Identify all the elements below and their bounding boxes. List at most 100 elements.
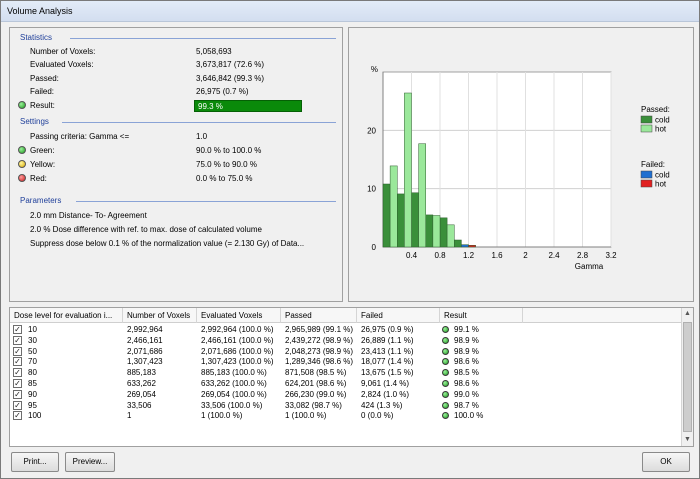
column-header-dose-level[interactable]: Dose level for evaluation i... [10,308,123,323]
row-checkbox[interactable]: ✓ [13,400,22,410]
row-checkbox[interactable]: ✓ [13,379,22,388]
table-row[interactable]: ✓ 95 33,506 33,506 (100.0 %) 33,082 (98.7 %)… [10,400,683,411]
legend-passed-title: Passed: [641,105,670,114]
result-status-icon [18,101,26,109]
dose-level-table[interactable]: Dose level for evaluation i... Number of… [9,307,694,447]
row-checkbox[interactable]: ✓ [13,325,22,334]
legend-label-passed-hot: hot [655,125,667,134]
cell-passed: 266,230 (99.0 %) [285,389,347,399]
cell-passed: 2,048,273 (98.9 %) [285,346,354,356]
table-row[interactable]: ✓ 70 1,307,423 1,307,423 (100.0 %) 1,289,346… [10,356,683,367]
column-header-result[interactable]: Result [440,308,523,323]
cell-result: 98.7 % [454,400,479,410]
histogram-bar-passed-hot [389,165,398,248]
cell-evaluated: 33,506 (100.0 %) [201,400,263,410]
ok-button[interactable]: OK [642,452,690,472]
result-status-icon [442,380,449,387]
x-tick-label: 3.2 [605,251,617,260]
table-row[interactable]: ✓ 90 269,054 269,054 (100.0 %) 266,230 (99.0… [10,389,683,400]
criteria-label: Passing criteria: Gamma <= [30,132,130,141]
row-checkbox[interactable]: ✓ [13,346,22,356]
table-vertical-scrollbar[interactable]: ▲ ▼ [681,308,693,446]
histogram-bar-passed-hot [404,92,412,248]
gamma-histogram: 0 10 20% 0.4 0.8 1.2 1.6 2 2.4 2.8 3.2Gamma Passed:… [367,65,670,271]
row-checkbox[interactable]: ✓ [13,411,22,421]
green-label: Green: [30,146,55,155]
cell-evaluated: 2,992,964 (100.0 %) [201,325,274,334]
table-row[interactable]: ✓ 10 2,992,964 2,992,964 (100.0 %) 2,965,989… [10,324,683,335]
result-status-icon [442,412,449,420]
row-checkbox[interactable]: ✓ [13,335,22,345]
legend-swatch-failed-cold [640,170,653,179]
row-checkbox[interactable]: ✓ [13,389,22,399]
table-row[interactable]: ✓ 30 2,466,161 2,466,161 (100.0 %) 2,439,272… [10,335,683,346]
criteria-value: 1.0 [196,132,208,141]
red-range: 0.0 % to 75.0 % [196,174,253,183]
column-header-passed[interactable]: Passed [281,308,357,323]
result-status-icon [442,347,449,355]
cell-failed: 9,061 (1.4 %) [361,379,410,388]
parameters-divider [76,201,336,202]
result-status-icon [442,390,449,398]
settings-divider [62,122,336,123]
x-tick-label: 2.4 [548,251,560,260]
cell-failed: 26,889 (1.1 %) [361,335,414,345]
histogram-bar-passed-cold [454,239,462,248]
table-row[interactable]: ✓ 50 2,071,686 2,071,686 (100.0 %) 2,048,273… [10,346,683,357]
cell-evaluated: 1 (100.0 %) [201,411,243,421]
histogram-bar-passed-cold [382,183,391,248]
result-value: 99.3 % [194,100,302,112]
green-circle-icon [18,146,26,154]
table-header: Dose level for evaluation i... Number of… [10,308,683,323]
statistics-title: Statistics [20,33,53,42]
result-status-icon [442,369,449,377]
column-header-failed[interactable]: Failed [357,308,440,323]
x-tick-label: 0.8 [434,251,446,260]
row-checkbox[interactable]: ✓ [13,368,22,378]
column-header-evaluated-voxels[interactable]: Evaluated Voxels [197,308,281,323]
x-tick-label: 2.8 [577,251,589,260]
cell-result: 99.1 % [454,325,479,334]
table-row[interactable]: ✓ 80 885,183 885,183 (100.0 %) 871,508 (98.5… [10,367,683,378]
x-axis-label: Gamma [575,262,604,271]
cell-dose: 85 [28,379,37,388]
parameter-line: 2.0 mm Distance- To- Agreement [30,211,147,220]
stat-value: 3,673,817 (72.6 %) [196,60,265,69]
title-bar: Volume Analysis [1,1,699,22]
scroll-up-arrow-icon[interactable]: ▲ [682,308,693,320]
yellow-range: 75.0 % to 90.0 % [196,160,257,169]
legend-swatch-passed-hot [640,124,653,133]
print-button[interactable]: Print... [11,452,59,472]
window-title: Volume Analysis [7,6,73,16]
volume-analysis-window: Volume Analysis Statistics Number of Vox… [0,0,700,479]
stat-label: Passed: [30,74,59,83]
cell-passed: 871,508 (98.5 %) [285,368,347,378]
table-row[interactable]: ✓ 100 1 1 (100.0 %) 1 (100.0 %) 0 (0.0 %) 100.… [10,410,683,421]
row-checkbox[interactable]: ✓ [13,357,22,367]
cell-failed: 26,975 (0.9 %) [361,325,414,334]
cell-voxels: 2,466,161 [127,335,163,345]
preview-button[interactable]: Preview... [65,452,115,472]
table-row[interactable]: ✓ 85 633,262 633,262 (100.0 %) 624,201 (98.6… [10,378,683,389]
column-header-number-of-voxels[interactable]: Number of Voxels [123,308,197,323]
parameters-title: Parameters [20,196,62,205]
histogram-bar-passed-cold [425,214,434,248]
x-tick-label: 1.6 [491,251,503,260]
legend-failed-title: Failed: [641,160,665,169]
legend-swatch-passed-cold [640,115,653,124]
parameter-line: 2.0 % Dose difference with ref. to max. … [30,225,262,234]
y-tick-label: 20 [367,126,376,135]
cell-evaluated: 885,183 (100.0 %) [201,368,267,378]
histogram-bar-passed-cold [411,192,419,248]
scroll-down-arrow-icon[interactable]: ▼ [682,434,693,446]
yellow-label: Yellow: [30,160,56,169]
cell-evaluated: 269,054 (100.0 %) [201,389,267,399]
stat-value: 5,058,693 [196,47,232,56]
cell-failed: 13,675 (1.5 %) [361,368,414,378]
cell-voxels: 33,506 [127,400,152,410]
histogram-bar-failed-hot [468,245,476,248]
cell-passed: 2,965,989 (99.1 %) [285,325,354,334]
y-axis-label: % [371,65,378,74]
cell-voxels: 1,307,423 [127,357,163,367]
scrollbar-thumb[interactable] [683,322,692,432]
